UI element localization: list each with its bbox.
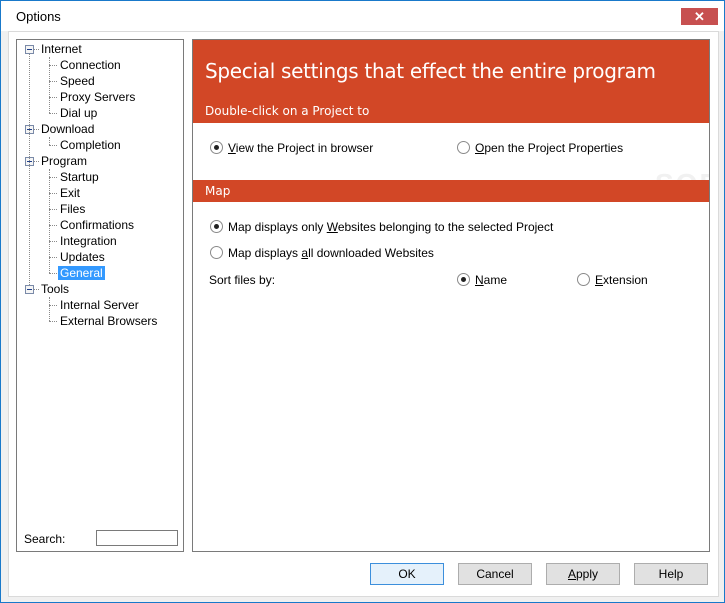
tree-connector — [49, 177, 57, 178]
options-tree[interactable]: Internet Connection Speed Proxy Servers Dial… — [16, 39, 184, 552]
collapse-icon[interactable] — [25, 45, 34, 54]
tree-connector — [49, 297, 50, 321]
tree-item-label: Internet — [41, 42, 82, 56]
tree-item-internet[interactable]: Internet — [17, 41, 84, 57]
tree-connector — [29, 54, 30, 285]
radio-open-properties[interactable]: Open the Project Properties — [457, 141, 623, 157]
radio-circle — [457, 273, 470, 286]
tree-connector — [34, 161, 39, 162]
radio-label: pen the Project Properties — [484, 141, 624, 155]
tree-item-label: Speed — [60, 74, 95, 88]
collapse-icon[interactable] — [25, 285, 34, 294]
apply-button[interactable]: Apply — [546, 563, 620, 585]
tree-connector — [49, 57, 50, 113]
radio-circle — [577, 273, 590, 286]
tree-item-label: Exit — [60, 186, 81, 200]
search-input[interactable] — [96, 530, 178, 546]
tree-item-label: Confirmations — [60, 218, 135, 232]
tree-item-label: Startup — [60, 170, 99, 184]
title-bar: Options ✕ — [1, 1, 724, 31]
tree-connector — [49, 257, 57, 258]
tree-connector — [49, 241, 57, 242]
tree-item-internal-server[interactable]: Internal Server — [17, 297, 141, 313]
page-title: Special settings that effect the entire … — [205, 59, 656, 83]
map-section-band: Map — [193, 180, 709, 202]
tree-connector — [49, 225, 57, 226]
tree-connector — [34, 289, 39, 290]
close-icon: ✕ — [694, 9, 705, 24]
tree-connector — [49, 81, 57, 82]
tree-item-label: External Browsers — [60, 314, 158, 328]
tree-item-label: Internal Server — [60, 298, 139, 312]
radio-map-all-websites[interactable]: Map displays all downloaded Websites — [210, 246, 434, 262]
help-button[interactable]: Help — [634, 563, 708, 585]
tree-item-program[interactable]: Program — [17, 153, 89, 169]
tree-item-confirmations[interactable]: Confirmations — [17, 217, 136, 233]
cancel-button[interactable]: Cancel — [458, 563, 532, 585]
close-button[interactable]: ✕ — [681, 8, 718, 25]
tree-connector — [49, 137, 50, 145]
tree-item-updates[interactable]: Updates — [17, 249, 107, 265]
tree-item-files[interactable]: Files — [17, 201, 87, 217]
radio-circle — [210, 246, 223, 259]
tree-connector — [49, 65, 57, 66]
radio-map-only-project[interactable]: Map displays only Websites belonging to … — [210, 220, 553, 236]
tree-connector — [49, 209, 57, 210]
sort-files-label: Sort files by: — [209, 273, 276, 287]
tree-connector — [34, 49, 39, 50]
tree-connector — [49, 169, 50, 273]
radio-label: iew the Project in browser — [235, 141, 374, 155]
tree-item-general[interactable]: General — [17, 265, 105, 281]
radio-circle — [457, 141, 470, 154]
settings-panel: Special settings that effect the entire … — [192, 39, 710, 552]
map-section-title: Map — [205, 184, 231, 198]
radio-circle — [210, 220, 223, 233]
radio-circle — [210, 141, 223, 154]
ok-button[interactable]: OK — [370, 563, 444, 585]
tree-connector — [34, 129, 39, 130]
tree-connector — [49, 113, 57, 114]
radio-view-in-browser[interactable]: View the Project in browser — [210, 141, 373, 157]
tree-item-external-browsers[interactable]: External Browsers — [17, 313, 159, 329]
tree-item-label: Files — [60, 202, 86, 216]
tree-item-tools[interactable]: Tools — [17, 281, 71, 297]
tree-item-label: Dial up — [60, 106, 98, 120]
tree-item-label: Integration — [60, 234, 117, 248]
double-click-section-title: Double-click on a Project to — [205, 104, 370, 118]
header-band: Special settings that effect the entire … — [193, 40, 709, 123]
tree-item-label: Updates — [60, 250, 105, 264]
tree-item-label: Completion — [60, 138, 121, 152]
tree-item-label: Tools — [41, 282, 70, 296]
tree-connector — [49, 145, 57, 146]
tree-connector — [49, 273, 57, 274]
tree-item-completion[interactable]: Completion — [17, 137, 123, 153]
tree-connector — [49, 193, 57, 194]
tree-item-label: Proxy Servers — [60, 90, 136, 104]
tree-item-label: Connection — [60, 58, 121, 72]
tree-connector — [49, 305, 57, 306]
tree-item-connection[interactable]: Connection — [17, 57, 123, 73]
tree-item-label: Program — [41, 154, 88, 168]
radio-sort-name[interactable]: Name — [457, 273, 507, 289]
tree-connector — [49, 97, 57, 98]
radio-sort-extension[interactable]: Extension — [577, 273, 648, 289]
window-title: Options — [16, 9, 61, 24]
tree-item-label: General — [58, 266, 105, 280]
tree-connector — [49, 321, 57, 322]
tree-item-proxy-servers[interactable]: Proxy Servers — [17, 89, 137, 105]
tree-item-label: Download — [41, 122, 95, 136]
tree-item-integration[interactable]: Integration — [17, 233, 119, 249]
search-label: Search: — [24, 532, 66, 546]
